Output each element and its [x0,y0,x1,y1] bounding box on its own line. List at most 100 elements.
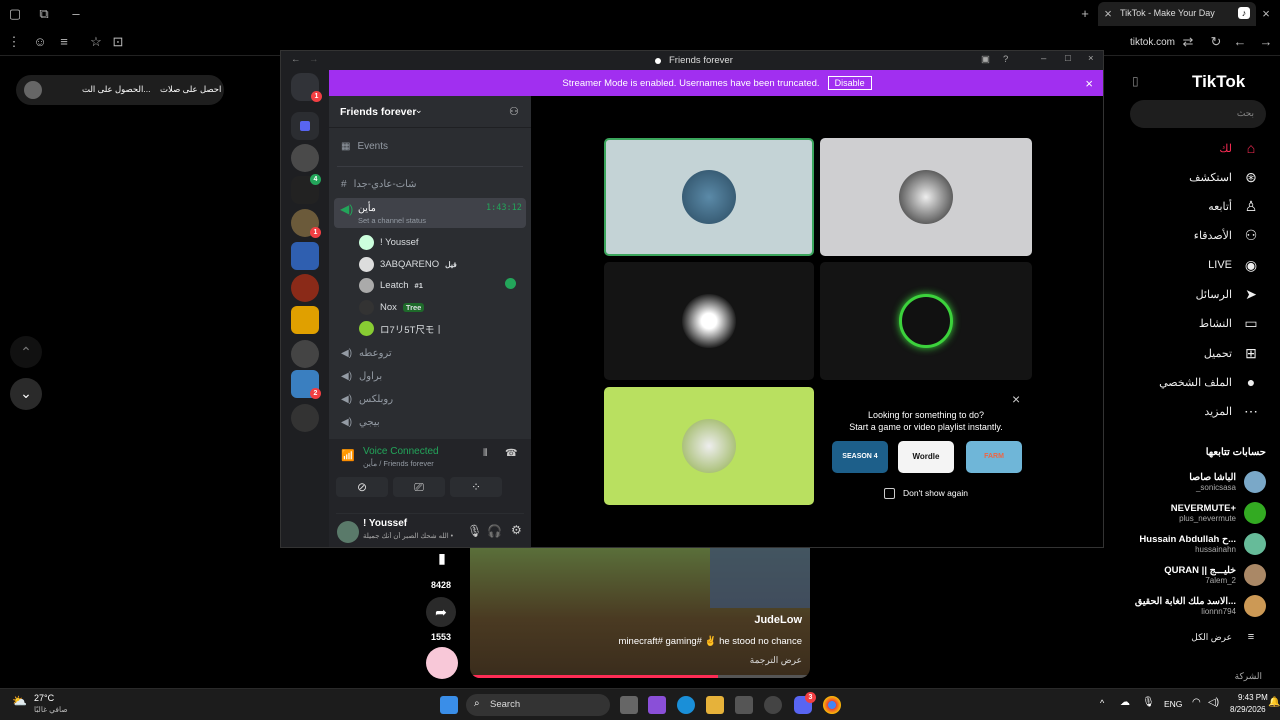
user-avatar[interactable] [337,521,359,543]
participant-tile-2[interactable] [820,138,1032,256]
back-icon[interactable]: ← [1232,34,1248,50]
dont-show-checkbox[interactable] [884,488,895,499]
following-account[interactable]: الباشا صاصا _sonicsasa [1189,471,1266,493]
store-icon[interactable] [735,696,753,714]
minimize-icon[interactable]: – [68,6,84,22]
help-icon[interactable]: ? [1003,54,1008,65]
reload-icon[interactable]: ↻ [1208,34,1224,50]
participant-tile-4[interactable] [820,262,1032,380]
nav-profile[interactable]: الملف الشخصي ● [1159,371,1260,393]
server-icon-7[interactable] [291,340,319,368]
server-icon-8[interactable]: 2 [291,370,321,399]
settings-gear-icon[interactable]: ⚙ [511,523,522,537]
participant-tile-5[interactable] [604,387,814,505]
nav-live[interactable]: LIVE ◉ [1208,254,1260,276]
events-item[interactable]: ▦ Events [341,141,388,152]
inbox-icon[interactable]: ▣ [981,54,990,65]
edge-icon[interactable] [677,696,695,714]
bookmark-icon[interactable]: ▮ [430,550,454,572]
video-player[interactable]: JudeLow minecraft# gaming# ✌ he stood no… [470,548,810,678]
task-view-icon[interactable] [620,696,638,714]
nav-compass[interactable]: استكشف ⊛ [1189,166,1260,188]
voice-user[interactable]: Leatch #1 [359,278,423,293]
network-cloud-icon[interactable]: ☁ [1120,697,1130,708]
voice-channel[interactable]: ◀) براول [341,371,382,382]
new-tab-icon[interactable]: + [1077,6,1093,22]
following-account[interactable]: الاسد ملك الغابة الحقيق... lionnn794 [1135,595,1266,617]
discord-taskbar-icon[interactable]: 3 [794,692,816,714]
banner-close-icon[interactable]: × [1085,76,1093,91]
file-explorer-icon[interactable] [706,696,724,714]
server-icon-2[interactable]: 4 [291,174,321,204]
following-account[interactable]: NEVERMUTE+ plus_nevermute [1171,502,1266,524]
back-arrow-icon[interactable]: ← [291,54,301,65]
nav-friends[interactable]: الأصدقاء ⚇ [1194,225,1260,247]
discord-home-icon[interactable]: 1 [291,73,322,102]
following-account[interactable]: QURAN || خليـــج 7alem_2 [1164,564,1266,586]
clock-time[interactable]: 9:43 PM [1238,693,1268,702]
weather-icon[interactable]: ⛅ [12,694,27,708]
following-account[interactable]: Hussain Abdullah ح... hussainahn [1139,533,1266,555]
tiktok-logo[interactable]: TikTok [1192,72,1245,92]
nav-more[interactable]: المزيد ⋯ [1204,401,1260,423]
server-icon-5[interactable] [291,274,319,302]
clock-date[interactable]: 8/29/2026 [1230,705,1266,714]
voice-channel[interactable]: ◀) روبلكس [341,394,393,405]
share-icon[interactable]: ➦ [426,597,456,627]
screenshot-icon[interactable]: ⊡ [110,34,126,50]
nav-upload[interactable]: تحميل ⊞ [1204,342,1260,364]
server-icon-6[interactable] [291,306,319,334]
maximize-icon[interactable]: □ [1065,53,1071,64]
server-icon-9[interactable] [291,404,319,432]
copilot-icon[interactable] [648,696,666,714]
search-box[interactable]: بحث [1130,100,1266,128]
url-text[interactable]: tiktok.com [1130,37,1175,48]
menu-icon[interactable]: ⋮ [6,34,22,50]
microphone-icon[interactable]: 🎙 [467,524,482,538]
camera-button[interactable]: ⊘ [336,477,388,497]
text-channel[interactable]: # شات-عادي-جدا [341,179,417,190]
site-settings-icon[interactable]: ⇄ [1180,34,1196,50]
language[interactable]: ENG [1164,699,1182,709]
voice-user[interactable]: ロ7リ5T尺モ丨 [359,321,444,336]
voice-channel[interactable]: ◀) بيجي [341,417,380,428]
server-header[interactable]: Friends forever ⌄ ⚇ [329,96,531,128]
disconnect-icon[interactable]: ☎ [505,448,517,459]
close-window-icon[interactable]: × [1258,6,1274,22]
headphones-icon[interactable]: 🎧 [487,524,502,538]
voice-user[interactable]: ! Youssef [359,235,419,250]
collapse-sidebar-icon[interactable]: ▯ [1132,74,1139,88]
app-icon[interactable] [764,696,782,714]
video-progress-track[interactable] [470,675,810,678]
screenshare-button[interactable]: ⎚ [393,477,445,497]
voice-user[interactable]: Nox Tree [359,299,425,315]
server-icon-1[interactable] [291,144,319,172]
tab-search-icon[interactable]: ▢ [7,6,23,22]
activities-button[interactable]: ⁘ [450,477,502,497]
tray-chevron-icon[interactable]: ^ [1100,698,1104,708]
next-video-button[interactable]: ⌄ [10,378,42,410]
noise-suppression-icon[interactable]: ⦀ [483,448,487,459]
notification-bell-icon[interactable]: 🔔 [1268,697,1280,708]
close-icon[interactable]: × [1088,53,1094,64]
bookmark-star-icon[interactable]: ☆ [88,34,104,50]
nav-activity[interactable]: النشاط ▭ [1199,313,1260,335]
close-tab-icon[interactable]: × [1100,6,1116,22]
nav-home[interactable]: لك ⌂ [1219,137,1260,159]
active-tab[interactable]: × TikTok - Make Your Day ♪ [1098,2,1256,26]
voice-connected[interactable]: Voice Connected [363,446,439,457]
previous-video-button[interactable]: ⌃ [10,336,42,368]
chrome-icon[interactable] [823,696,841,714]
minimize-icon[interactable]: – [1041,53,1046,64]
voice-user[interactable]: 3ABQARENO فيل [359,256,457,272]
company-link[interactable]: الشركة [1235,671,1262,682]
game-card-wordle[interactable]: Wordle [898,441,954,473]
start-icon[interactable] [440,696,458,714]
voice-channel-active[interactable]: ◀) مأين 1:43:12 Set a channel status [334,198,526,228]
voice-channel[interactable]: ◀) تروعطه [341,348,392,359]
extensions-icon[interactable]: ≡ [56,34,72,50]
nav-send[interactable]: الرسائل ➤ [1196,284,1260,306]
channel-status[interactable]: Set a channel status [358,216,426,225]
server-icon-3[interactable]: 1 [291,209,321,238]
game-card-farm[interactable]: FARM [966,441,1022,473]
